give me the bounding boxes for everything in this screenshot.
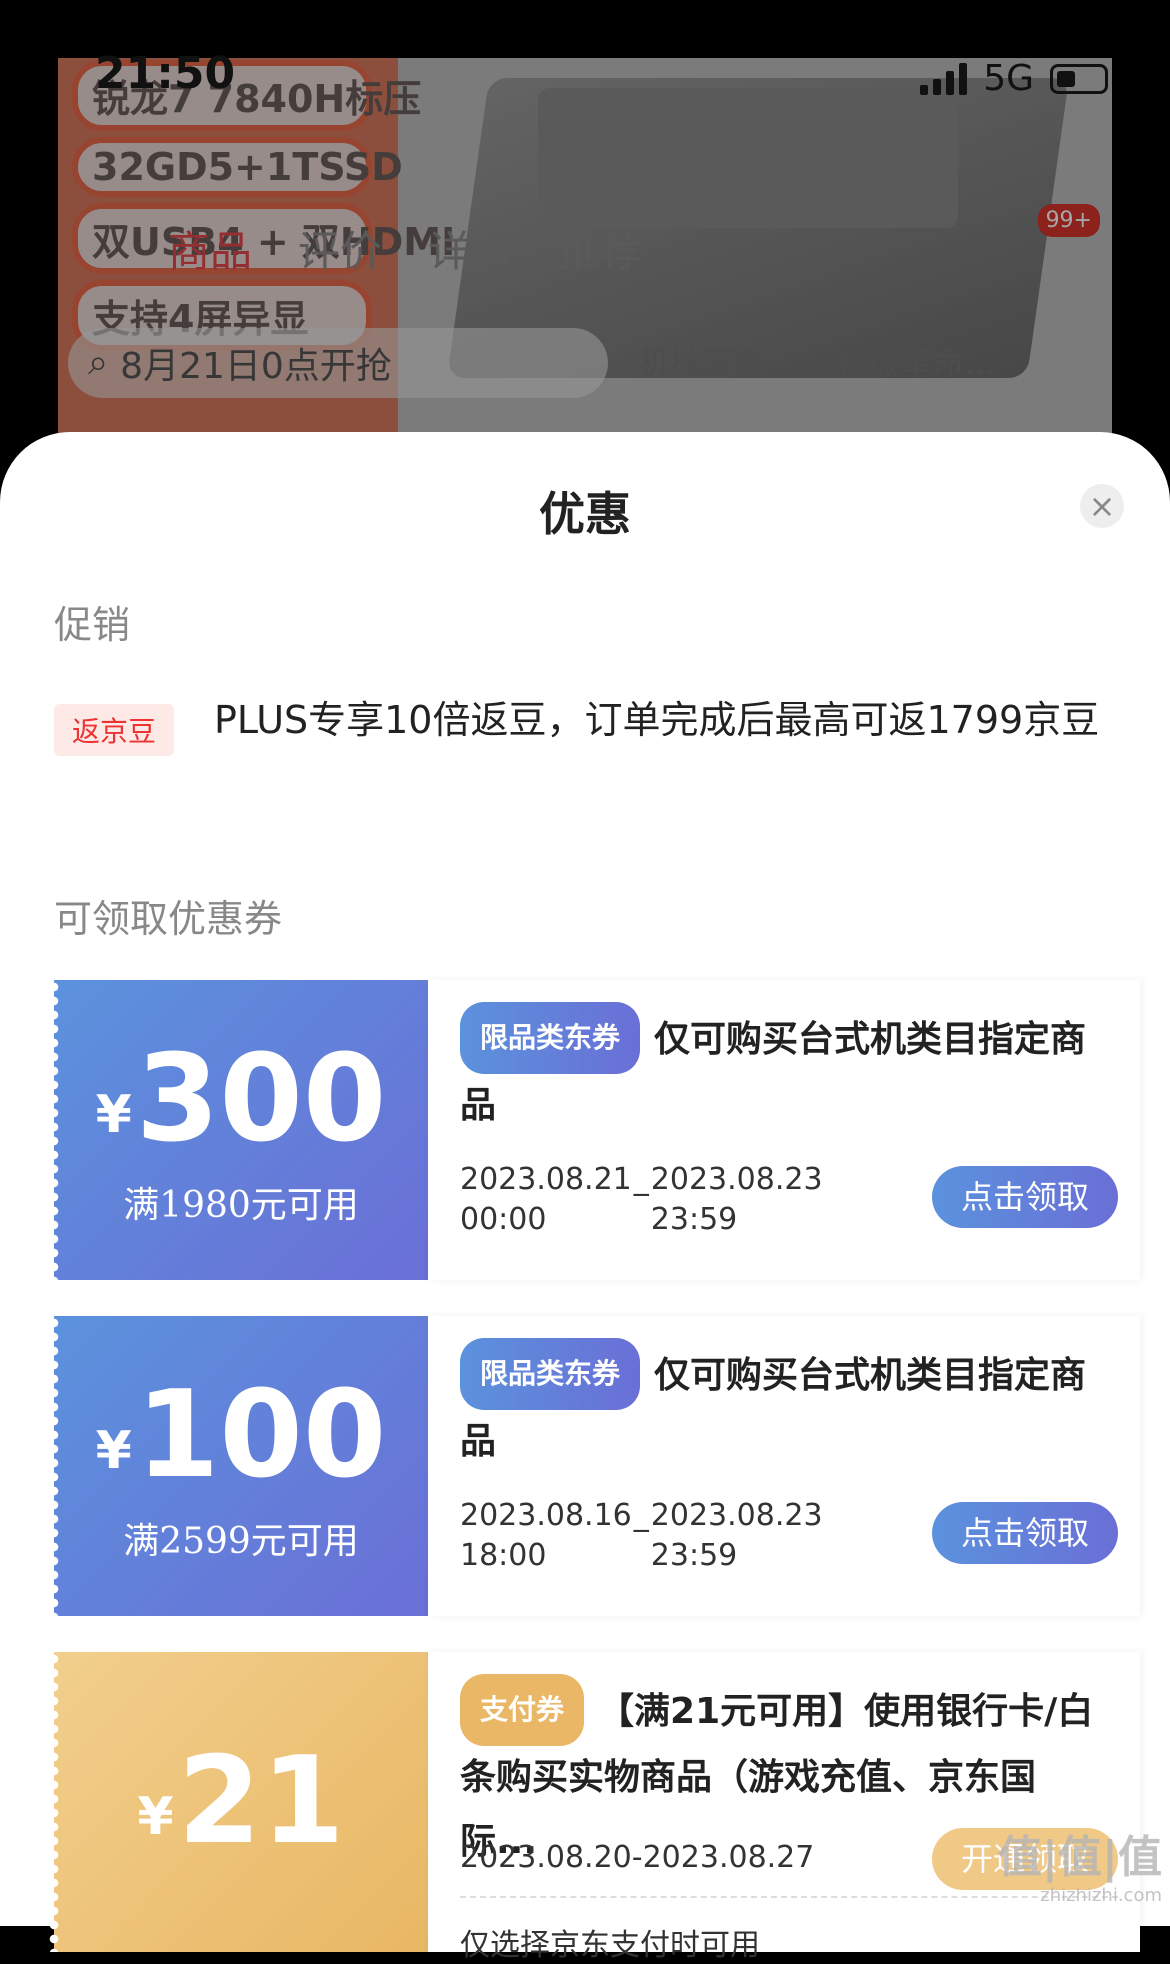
coupon-dates: 2023.08.20-2023.08.27 (460, 1840, 815, 1875)
coupon-dates: 2023.08.16 18:00 _ 2023.08.23 23:59 (460, 1498, 823, 1573)
network-label: 5G (983, 58, 1034, 99)
coupon-condition: 满1980元可用 (123, 1185, 359, 1226)
coupon-tag: 限品类东券 (460, 1002, 641, 1074)
coupon-value-panel: ¥300 满1980元可用 (48, 980, 428, 1280)
coupon-info: 限品类东券 仅可购买台式机类目指定商品 2023.08.16 18:00 _ 202… (428, 1316, 1140, 1616)
status-right: 5G (920, 58, 1108, 99)
coupon-value-panel: ¥100 满2599元可用 (48, 1316, 428, 1616)
coupon-note: 仅选择京东支付时可用 (460, 1928, 760, 1963)
coupon-tag: 限品类东券 (460, 1338, 641, 1410)
watermark: 值|值|值 zhizhizhi.com (997, 1832, 1162, 1906)
coupon-dates: 2023.08.21 00:00 _ 2023.08.23 23:59 (460, 1162, 823, 1237)
claim-button[interactable]: 点击领取 (932, 1502, 1118, 1564)
battery-icon (1050, 63, 1108, 94)
coupon-tag: 支付券 (460, 1674, 585, 1746)
coupon-value-panel: ¥21 (48, 1652, 428, 1952)
sheet-title: 优惠 (539, 487, 631, 541)
coupon-info: 限品类东券 仅可购买台式机类目指定商品 2023.08.21 00:00 _ 202… (428, 980, 1140, 1280)
promo-text: PLUS专享10倍返豆，订单完成后最高可返1799京豆 (214, 698, 1100, 742)
status-bar: 21:50 5G (0, 0, 1170, 110)
coupon-amount: ¥21 (137, 1732, 345, 1871)
coupon-amount: ¥100 (95, 1366, 387, 1505)
coupon-info: 支付券 【满21元可用】使用银行卡/白条购买实物商品（游戏充值、京东国际... 2… (428, 1652, 1140, 1963)
coupon-title: 限品类东券 仅可购买台式机类目指定商品 (460, 1002, 1110, 1138)
coupon-title: 限品类东券 仅可购买台式机类目指定商品 (460, 1338, 1110, 1474)
promo-section-label: 促销 (54, 603, 131, 647)
coupon-card: ¥300 满1980元可用 限品类东券 仅可购买台式机类目指定商品 2023.08… (48, 980, 1140, 1280)
close-icon[interactable]: × (1080, 484, 1124, 528)
status-time: 21:50 (95, 48, 236, 99)
coupon-amount: ¥300 (95, 1030, 387, 1169)
coupon-card: ¥21 支付券 【满21元可用】使用银行卡/白条购买实物商品（游戏充值、京东国际.… (48, 1652, 1140, 1963)
coupon-card: ¥100 满2599元可用 限品类东券 仅可购买台式机类目指定商品 2023.08… (48, 1316, 1140, 1616)
coupon-sheet: 优惠 × 促销 返京豆 PLUS专享10倍返豆，订单完成后最高可返1799京豆 … (0, 432, 1170, 1963)
signal-icon (920, 62, 968, 95)
promo-tag: 返京豆 (54, 704, 175, 756)
claim-button[interactable]: 点击领取 (932, 1166, 1118, 1228)
coupon-condition: 满2599元可用 (123, 1521, 359, 1562)
coupon-section-label: 可领取优惠券 (54, 897, 283, 941)
